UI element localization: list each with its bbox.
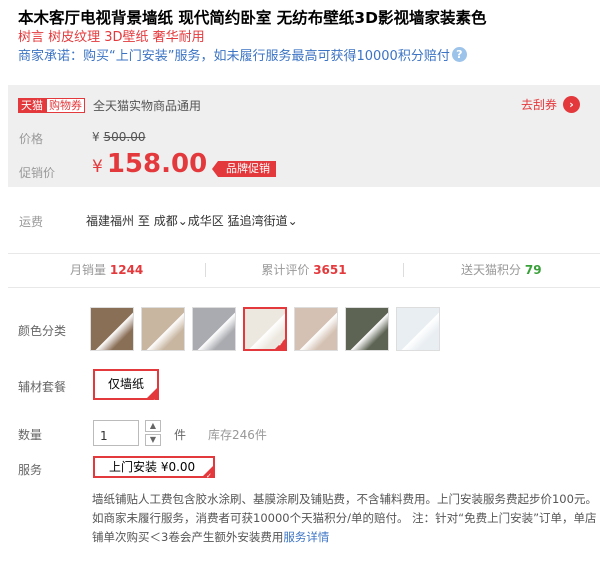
accessory-option-label[interactable]: 仅墙纸 <box>108 377 144 391</box>
accessory-label: 辅材套餐 <box>18 380 67 394</box>
coupon-row: 天猫 购物券 全天猫实物商品通用 <box>18 97 201 114</box>
promo-price-label: 促销价 <box>19 166 56 180</box>
pink-beige-swatch[interactable] <box>294 307 338 351</box>
chevron-down-icon[interactable]: ⌄ <box>178 214 188 228</box>
service-description-text: 墙纸铺贴人工费包含胶水涂刷、基膜涂刷及铺贴费，不含辅料费用。上门安装服务费起步价… <box>92 492 597 544</box>
coupon-description: 全天猫实物商品通用 <box>93 99 202 113</box>
city-select[interactable]: 成都⌄ <box>154 214 188 228</box>
merchant-promise: 商家承诺：购买“上门安装”服务，如未履行服务最高可获得10000积分赔付 ? <box>18 45 467 64</box>
sales-stats: 月销量 1244 累计评价 3651 送天猫积分 79 <box>8 253 600 287</box>
price-panel: 天猫 购物券 全天猫实物商品通用 去刮券 › 价格 ¥ 500.00 促销价 ¥… <box>8 85 600 187</box>
reviews-label[interactable]: 累计评价 <box>261 263 309 277</box>
scratch-coupon-link[interactable]: 去刮券 › <box>521 96 580 113</box>
ship-to-word: 至 <box>137 214 150 228</box>
shipping-label: 运费 <box>19 215 44 229</box>
sample-swatch[interactable] <box>396 307 440 351</box>
scratch-coupon-label[interactable]: 去刮券 <box>521 96 557 113</box>
chevron-down-icon[interactable]: ⌄ <box>288 214 298 228</box>
white-swatch[interactable] <box>243 307 287 351</box>
product-title: 本木客厅电视背景墙纸 现代简约卧室 无纺布壁纸3D影视墙家装素色 <box>18 9 487 27</box>
gray-swatch[interactable] <box>192 307 236 351</box>
beige-swatch[interactable] <box>141 307 185 351</box>
service-detail-link[interactable]: 服务详情 <box>283 530 329 544</box>
points-value: 79 <box>524 263 542 277</box>
merchant-promise-text: 商家承诺：购买“上门安装”服务，如未履行服务最高可获得10000积分赔付 <box>18 49 450 64</box>
help-icon[interactable]: ? <box>451 47 467 62</box>
reviews-stat[interactable]: 累计评价 3651 <box>205 253 402 287</box>
promo-price: ¥ 158.00 <box>92 149 207 179</box>
divider <box>8 287 600 288</box>
quantity-input[interactable]: 1 <box>93 420 139 446</box>
stock-count: 库存246件 <box>208 428 267 442</box>
points-label: 送天猫积分 <box>461 263 522 277</box>
original-price: ¥ 500.00 <box>92 130 145 144</box>
brown-swatch[interactable] <box>90 307 134 351</box>
color-swatches <box>90 307 447 351</box>
price-label: 价格 <box>19 132 44 146</box>
product-subtitle: 树言 树皮纹理 3D壁纸 奢华耐用 <box>18 30 205 45</box>
dark-green-swatch[interactable] <box>345 307 389 351</box>
color-label: 颜色分类 <box>18 324 67 338</box>
shipping-destination: 福建福州 至 成都⌄成华区 猛追湾街道⌄ <box>86 212 298 229</box>
monthly-sales-stat: 月销量 1244 <box>8 253 205 287</box>
shopping-voucher-tag: 购物券 <box>46 98 85 113</box>
check-icon <box>146 387 158 416</box>
service-option-label[interactable]: 上门安装 ¥0.00 <box>109 460 195 474</box>
check-icon <box>202 465 214 485</box>
accessory-option-wallpaper-only[interactable]: 仅墙纸 <box>93 369 159 416</box>
monthly-sales-label: 月销量 <box>70 263 107 277</box>
reviews-value[interactable]: 3651 <box>313 263 346 277</box>
chevron-right-icon[interactable]: › <box>563 96 580 113</box>
quantity-decrement-button[interactable]: ▼ <box>145 434 161 446</box>
district-value[interactable]: 成华区 <box>188 214 224 228</box>
street-select[interactable]: 猛追湾街道⌄ <box>228 214 298 228</box>
street-value[interactable]: 猛追湾街道 <box>228 214 288 228</box>
service-description: 墙纸铺贴人工费包含胶水涂刷、基膜涂刷及铺贴费，不含辅料费用。上门安装服务费起步价… <box>92 490 604 547</box>
quantity-unit: 件 <box>174 428 187 442</box>
tmall-tag: 天猫 <box>18 98 46 113</box>
monthly-sales-value: 1244 <box>109 263 144 277</box>
service-label: 服务 <box>18 463 43 477</box>
check-icon <box>274 338 285 349</box>
points-stat: 送天猫积分 79 <box>402 253 600 287</box>
promo-price-currency: ¥ <box>92 157 103 177</box>
service-option-installation[interactable]: 上门安装 ¥0.00 <box>93 456 215 485</box>
ship-from: 福建福州 <box>86 214 135 228</box>
city-value[interactable]: 成都 <box>154 214 178 228</box>
original-price-value: 500.00 <box>103 130 146 144</box>
quantity-increment-button[interactable]: ▲ <box>145 420 161 432</box>
quantity-label: 数量 <box>18 428 43 442</box>
promo-price-value: 158.00 <box>106 149 208 179</box>
brand-promo-badge: 品牌促销 <box>212 161 276 177</box>
original-price-currency: ¥ <box>92 130 100 144</box>
